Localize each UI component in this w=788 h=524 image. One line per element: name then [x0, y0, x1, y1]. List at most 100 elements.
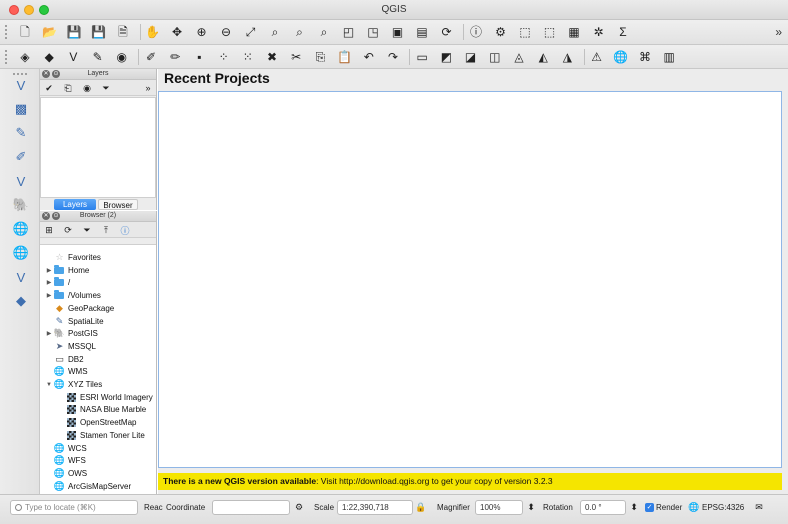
label-change-icon[interactable]: ◭ [534, 48, 552, 66]
render-checkbox[interactable]: ✓ [645, 503, 654, 512]
browser-item[interactable]: Stamen Toner Lite [40, 429, 156, 442]
expand-arrow-icon[interactable]: ▶ [44, 267, 54, 274]
browser-item[interactable]: ☆ Favorites [40, 251, 156, 264]
magnifier-stepper-icon[interactable]: ⬍ [524, 500, 538, 515]
new-geopackage-icon[interactable]: ◆ [40, 48, 58, 66]
add-postgis-layer-icon[interactable]: 🐘 [10, 195, 32, 215]
add-wcs-layer-icon[interactable]: 🌐 [10, 243, 32, 263]
new-virtual-layer-icon[interactable]: V [64, 48, 82, 66]
geometry-checker-icon[interactable]: ⚠ [588, 48, 606, 66]
toolbar-overflow-button[interactable]: » [775, 25, 782, 39]
save-project-icon[interactable]: 💾 [65, 23, 83, 41]
browser-item[interactable]: 🌐 OWS [40, 467, 156, 480]
add-virtual-layer-icon[interactable]: V [10, 75, 32, 95]
open-project-icon[interactable]: 📂 [41, 23, 59, 41]
add-delimited-text-icon[interactable]: ✐ [10, 147, 32, 167]
browser-item[interactable]: ▶ / [40, 276, 156, 289]
cut-features-icon[interactable]: ✂ [287, 48, 305, 66]
bookmark-icon[interactable]: ▤ [413, 23, 431, 41]
toolbar-grip[interactable] [4, 49, 8, 65]
label-rotate-icon[interactable]: ◬ [510, 48, 528, 66]
browser-item[interactable]: ◆ GeoPackage [40, 302, 156, 315]
browser-item[interactable]: ▶ Home [40, 264, 156, 277]
current-edits-icon[interactable]: ✐ [142, 48, 160, 66]
expand-arrow-icon[interactable]: ▶ [44, 292, 54, 299]
label-show-icon[interactable]: ◪ [462, 48, 480, 66]
recent-projects-list[interactable] [158, 91, 782, 468]
statistics-icon[interactable]: Σ [614, 23, 632, 41]
new-shapefile-icon[interactable]: ◉ [113, 48, 131, 66]
zoom-layer-icon[interactable]: ⌕ [291, 23, 309, 41]
zoom-last-icon[interactable]: ◰ [340, 23, 358, 41]
data-source-manager-icon[interactable]: ◈ [16, 48, 34, 66]
label-pin-icon[interactable]: ◩ [437, 48, 455, 66]
filter-browser-icon[interactable]: ⏷ [81, 224, 93, 236]
add-wfs-layer-icon[interactable]: V [10, 267, 32, 287]
run-action-icon[interactable]: ⚙ [492, 23, 510, 41]
paste-features-icon[interactable]: 📋 [336, 48, 354, 66]
browser-item[interactable]: ▶ 🐘 PostGIS [40, 327, 156, 340]
browser-item[interactable]: ➤ MSSQL [40, 340, 156, 353]
rotation-stepper-icon[interactable]: ⬍ [627, 500, 641, 515]
save-as-icon[interactable]: 💾 [90, 23, 108, 41]
locate-search-input[interactable]: Type to locate (⌘K) [10, 500, 138, 515]
label-move-icon[interactable]: ◫ [486, 48, 504, 66]
add-spatialite-layer-icon[interactable]: ✎ [10, 123, 32, 143]
crs-globe-icon[interactable]: 🌐 [687, 500, 701, 515]
python-console-icon[interactable]: ⌘ [636, 48, 654, 66]
vertex-tool-icon[interactable]: ⁙ [239, 48, 257, 66]
print-layout-icon[interactable]: 🗎 [114, 23, 132, 41]
zoom-out-icon[interactable]: ⊖ [217, 23, 235, 41]
filter-legend-icon[interactable]: ⏷ [100, 82, 112, 94]
browser-item[interactable]: 🌐 WFS [40, 454, 156, 467]
zoom-in-icon[interactable]: ⊕ [193, 23, 211, 41]
browser-item[interactable]: 🌐 ArcGisMapServer [40, 480, 156, 493]
scale-combo[interactable]: 1:22,390,718 [337, 500, 413, 515]
new-map-view-icon[interactable]: ▣ [389, 23, 407, 41]
browser-item[interactable]: 🌐 WMS [40, 365, 156, 378]
copy-features-icon[interactable]: ⎘ [311, 48, 329, 66]
add-layers-icon[interactable]: ⊞ [43, 224, 55, 236]
browser-item[interactable]: ▼ 🌐 XYZ Tiles [40, 378, 156, 391]
manage-visibility-icon[interactable]: ◉ [81, 82, 93, 94]
label-diagram-icon[interactable]: ◮ [558, 48, 576, 66]
label-icon[interactable]: ▭ [413, 48, 431, 66]
browser-item[interactable]: ESRI World Imagery [40, 391, 156, 404]
expand-arrow-icon[interactable]: ▶ [44, 330, 54, 337]
style-manager-icon[interactable]: ✔ [43, 82, 55, 94]
refresh-icon[interactable]: ⟳ [62, 224, 74, 236]
messages-icon[interactable]: ✉ [752, 500, 766, 515]
properties-info-icon[interactable]: ⓘ [119, 224, 131, 236]
coordinate-field[interactable] [212, 500, 290, 515]
attribute-table-icon[interactable]: ▦ [565, 23, 583, 41]
rotation-spinbox[interactable]: 0.0 ° [580, 500, 626, 515]
collapse-arrow-icon[interactable]: ▼ [44, 382, 54, 388]
magnifier-spinbox[interactable]: 100% [475, 500, 523, 515]
zoom-full-icon[interactable]: ⤢ [242, 23, 260, 41]
delete-selected-icon[interactable]: ✖ [263, 48, 281, 66]
refresh-icon[interactable]: ⟳ [438, 23, 456, 41]
toggle-extents-icon[interactable]: ⚙ [292, 500, 306, 515]
toolbar-grip[interactable] [4, 24, 8, 40]
identify-icon[interactable]: ⓘ [467, 23, 485, 41]
pan-to-selection-icon[interactable]: ✥ [168, 23, 186, 41]
select-features-icon[interactable]: ⬚ [516, 23, 534, 41]
new-project-icon[interactable]: 🗋 [16, 23, 34, 41]
pan-hand-icon[interactable]: ✋ [144, 23, 162, 41]
undo-icon[interactable]: ↶ [360, 48, 378, 66]
browser-item[interactable]: 🌐 WCS [40, 442, 156, 455]
expand-arrow-icon[interactable]: ▶ [44, 279, 54, 286]
browser-item[interactable]: ▶ /Volumes [40, 289, 156, 302]
digitize-icon[interactable]: ✎ [89, 48, 107, 66]
add-vector-layer-icon[interactable]: V [10, 171, 32, 191]
add-group-icon[interactable]: ⎗ [62, 82, 74, 94]
add-wms-layer-icon[interactable]: 🌐 [10, 219, 32, 239]
save-edits-icon[interactable]: ▪ [190, 48, 208, 66]
collapse-all-icon[interactable]: ⤒ [100, 224, 112, 236]
version-notice-bar[interactable]: There is a new QGIS version available: V… [158, 473, 782, 490]
browser-item[interactable]: ✎ SpatiaLite [40, 315, 156, 328]
metasearch-icon[interactable]: ▥ [660, 48, 678, 66]
layers-tools-overflow[interactable]: » [142, 82, 154, 94]
toggle-editing-icon[interactable]: ✏ [166, 48, 184, 66]
zoom-next-icon[interactable]: ◳ [364, 23, 382, 41]
